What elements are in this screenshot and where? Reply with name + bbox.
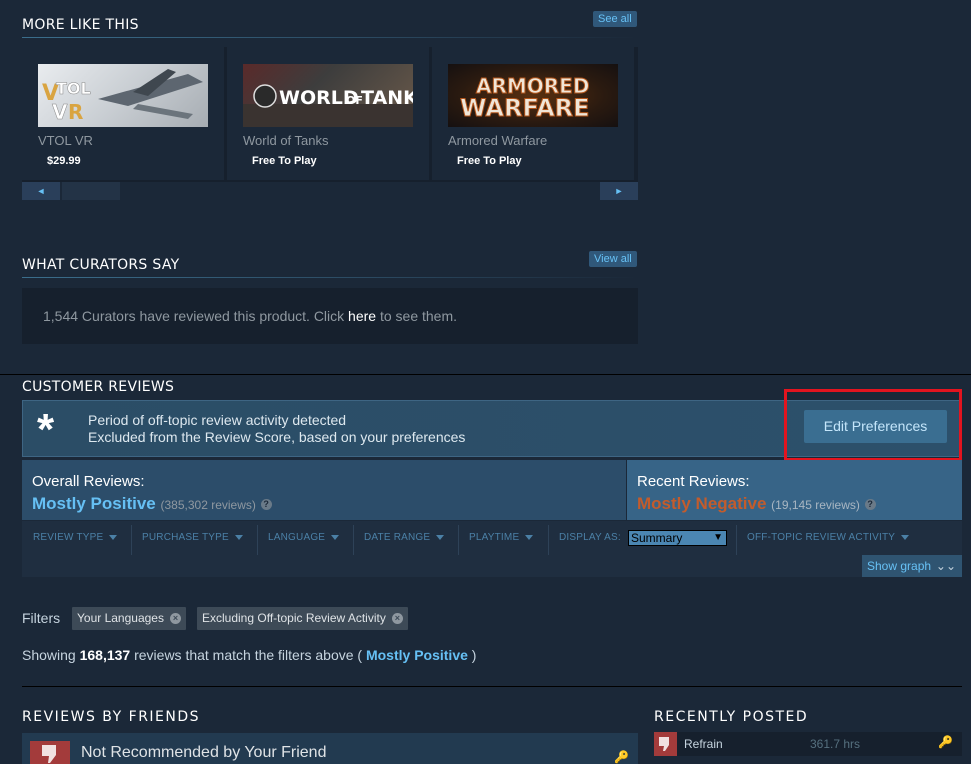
highlight-box: [784, 389, 962, 461]
svg-text:V: V: [52, 100, 68, 124]
filters-label: Filters: [22, 610, 61, 626]
chip-label: Excluding Off-topic Review Activity: [202, 611, 386, 625]
display-as-select[interactable]: Summary ▼: [628, 530, 727, 546]
help-icon[interactable]: ?: [864, 499, 876, 511]
remove-icon[interactable]: ×: [391, 613, 403, 625]
recent-review-item[interactable]: Refrain 361.7 hrs 🔑: [654, 732, 962, 756]
filter-chip-offtopic[interactable]: Excluding Off-topic Review Activity ×: [197, 607, 408, 630]
see-all-button[interactable]: See all: [593, 11, 637, 27]
showing-count: 168,137: [79, 647, 131, 663]
reviews-by-friends-title: REVIEWS BY FRIENDS: [22, 709, 201, 725]
filter-playtime[interactable]: PLAYTIME: [458, 521, 534, 555]
show-graph-button[interactable]: Show graph ⌄⌄: [862, 555, 962, 577]
section-rule: [22, 277, 638, 278]
scroll-left-arrow-icon[interactable]: ◄: [22, 182, 60, 200]
carousel-scrollbar[interactable]: ◄ ►: [22, 182, 638, 200]
curators-here-link[interactable]: here: [348, 308, 376, 324]
filter-chip-your-languages[interactable]: Your Languages ×: [72, 607, 186, 630]
caret-down-icon: [525, 534, 534, 540]
caret-down-icon: [436, 534, 445, 540]
overall-reviews-label: Overall Reviews:: [32, 473, 145, 490]
recent-review-count: (19,145 reviews): [771, 498, 860, 512]
section-divider: [22, 686, 962, 687]
game-name[interactable]: VTOL VR: [38, 133, 93, 148]
reviewer-hours: 361.7 hrs: [810, 737, 861, 751]
caret-down-icon: [109, 534, 118, 540]
display-as-value: Summary: [631, 531, 683, 545]
scroll-right-arrow-icon[interactable]: ►: [600, 182, 638, 200]
chevron-down-icon: ▼: [713, 532, 723, 543]
more-like-this-title: MORE LIKE THIS: [22, 17, 139, 33]
filter-date-range[interactable]: DATE RANGE: [353, 521, 445, 555]
caret-down-icon: [331, 534, 340, 540]
offtopic-line1: Period of off-topic review activity dete…: [88, 412, 347, 428]
svg-text:WARFARE: WARFARE: [460, 94, 590, 122]
friend-review-item[interactable]: Not Recommended by Your Friend 🔑: [22, 733, 638, 764]
curators-text-end: to see them.: [376, 308, 458, 324]
filter-label: PLAYTIME: [469, 532, 520, 543]
showing-text: Showing: [22, 647, 80, 663]
thumbs-down-icon: [30, 741, 70, 764]
customer-reviews-title: CUSTOMER REVIEWS: [22, 379, 175, 395]
section-rule: [22, 37, 638, 38]
filter-label: DATE RANGE: [364, 532, 431, 543]
curators-box: 1,544 Curators have reviewed this produc…: [22, 288, 638, 344]
game-capsule-image[interactable]: ARMORED WARFARE: [448, 64, 618, 127]
display-as-label: DISPLAY AS:: [559, 532, 621, 543]
svg-text:TANKS: TANKS: [361, 87, 413, 109]
filter-label: PURCHASE TYPE: [142, 532, 229, 543]
curators-title: WHAT CURATORS SAY: [22, 257, 180, 273]
reviewer-name[interactable]: Refrain: [684, 737, 723, 751]
thumbs-down-icon: [654, 732, 677, 756]
game-card-world-of-tanks[interactable]: WORLD OF TANKS World of Tanks Free To Pl…: [227, 47, 429, 180]
game-price: Free To Play: [252, 155, 317, 167]
game-name[interactable]: Armored Warfare: [448, 133, 547, 148]
filter-offtopic-activity[interactable]: OFF-TOPIC REVIEW ACTIVITY: [736, 521, 910, 555]
showing-summary: Showing 168,137 reviews that match the f…: [22, 647, 476, 663]
key-icon: 🔑: [614, 750, 629, 764]
game-capsule-image[interactable]: WORLD OF TANKS: [243, 64, 413, 127]
section-divider: [0, 374, 971, 375]
svg-text:R: R: [68, 100, 83, 124]
filter-label: LANGUAGE: [268, 532, 326, 543]
recently-posted-title: RECENTLY POSTED: [654, 709, 809, 725]
showing-score: Mostly Positive: [365, 647, 468, 663]
game-capsule-image[interactable]: V TOL V R: [38, 64, 208, 127]
game-card-armored-warfare[interactable]: ARMORED WARFARE Armored Warfare Free To …: [432, 47, 634, 180]
scroll-thumb[interactable]: [62, 182, 120, 200]
game-price: $29.99: [47, 155, 81, 167]
recent-reviews-panel: Recent Reviews: Mostly Negative (19,145 …: [627, 460, 962, 520]
overall-score[interactable]: Mostly Positive: [32, 494, 156, 513]
filter-label: REVIEW TYPE: [33, 532, 104, 543]
help-icon[interactable]: ?: [260, 499, 272, 511]
view-all-button[interactable]: View all: [589, 251, 637, 267]
more-like-this-carousel: V TOL V R VTOL VR $29.99 WORLD OF TANKS …: [22, 47, 638, 200]
remove-icon[interactable]: ×: [169, 613, 181, 625]
review-filter-bar: REVIEW TYPE PURCHASE TYPE LANGUAGE DATE …: [22, 521, 962, 577]
svg-text:TOL: TOL: [56, 79, 91, 98]
asterisk-icon: *: [37, 405, 55, 454]
showing-text: reviews that match the filters above (: [130, 647, 366, 663]
key-icon: 🔑: [938, 735, 953, 749]
recent-score[interactable]: Mostly Negative: [637, 494, 766, 513]
game-price: Free To Play: [457, 155, 522, 167]
recent-reviews-label: Recent Reviews:: [637, 473, 750, 490]
friend-review-title[interactable]: Not Recommended by Your Friend: [81, 744, 326, 762]
showing-text: ): [467, 647, 477, 663]
filter-purchase-type[interactable]: PURCHASE TYPE: [131, 521, 243, 555]
chip-label: Your Languages: [77, 611, 164, 625]
caret-down-icon: [901, 534, 910, 540]
filter-review-type[interactable]: REVIEW TYPE: [22, 521, 118, 555]
game-name[interactable]: World of Tanks: [243, 133, 329, 148]
double-chevron-down-icon: ⌄⌄: [935, 559, 956, 573]
overall-reviews-panel: Overall Reviews: Mostly Positive (385,30…: [22, 460, 626, 520]
offtopic-line2: Excluded from the Review Score, based on…: [88, 429, 466, 445]
caret-down-icon: [234, 534, 243, 540]
curators-text: 1,544 Curators have reviewed this produc…: [43, 308, 349, 324]
overall-review-count: (385,302 reviews): [160, 498, 256, 512]
filter-label: OFF-TOPIC REVIEW ACTIVITY: [747, 532, 896, 543]
game-card-vtol-vr[interactable]: V TOL V R VTOL VR $29.99: [22, 47, 224, 180]
filter-language[interactable]: LANGUAGE: [257, 521, 340, 555]
show-graph-label: Show graph: [867, 559, 932, 573]
